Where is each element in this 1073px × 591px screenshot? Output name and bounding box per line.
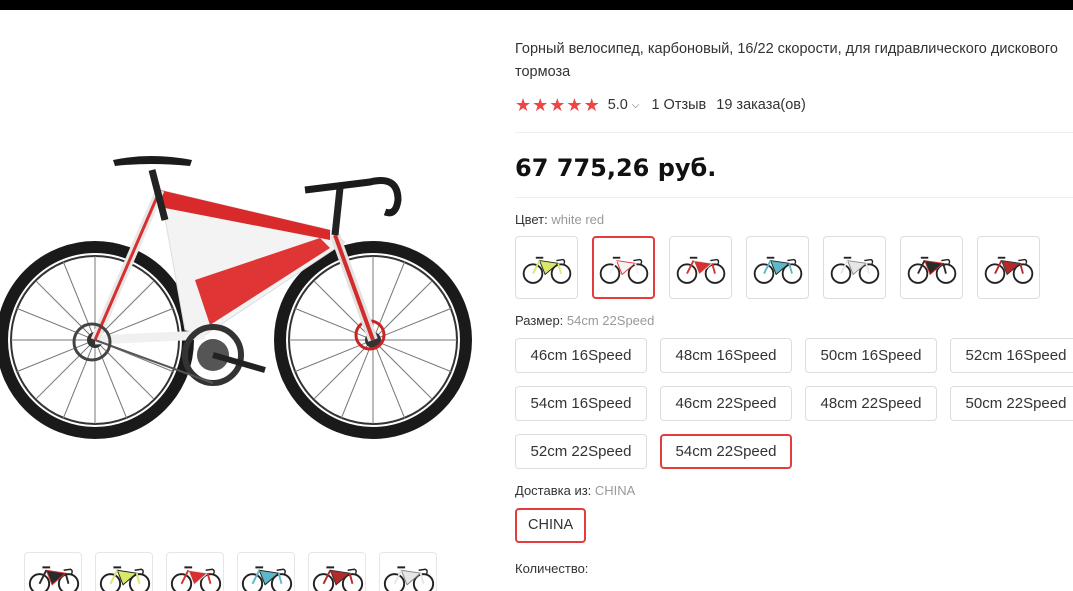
size-option[interactable]: 46cm 22Speed	[660, 386, 792, 421]
shipping-options: CHINA	[515, 508, 1073, 543]
reviews-link[interactable]: 1 Отзыв	[651, 97, 706, 113]
star-icon: ★	[566, 95, 583, 115]
product-title: Горный велосипед, карбоновый, 16/22 скор…	[515, 41, 1058, 80]
size-option[interactable]: 54cm 22Speed	[660, 434, 792, 469]
thumbnail-5[interactable]	[308, 552, 366, 591]
size-option[interactable]: 50cm 16Speed	[805, 338, 937, 373]
shipping-label: Доставка из: CHINA	[515, 483, 1073, 499]
thumbnail-2[interactable]	[95, 552, 153, 591]
star-icon: ★	[549, 95, 566, 115]
color-option-4[interactable]	[746, 236, 809, 299]
size-option[interactable]: 52cm 22Speed	[515, 434, 647, 469]
divider	[515, 132, 1073, 133]
orders-count: 19 заказа(ов)	[716, 97, 806, 113]
bike-frame	[72, 156, 402, 386]
top-bar	[0, 0, 1073, 10]
color-label-text: Цвет:	[515, 212, 552, 227]
star-icon: ★	[532, 95, 549, 115]
star-icon: ★	[583, 95, 600, 115]
divider	[515, 197, 1073, 198]
ship-from-option[interactable]: CHINA	[515, 508, 587, 543]
shipping-label-text: Доставка из:	[515, 483, 595, 498]
size-options: 46cm 16Speed 48cm 16Speed 50cm 16Speed 52cm…	[515, 338, 1073, 469]
price: 67 775,26 руб.	[515, 154, 717, 182]
size-option[interactable]: 48cm 16Speed	[660, 338, 792, 373]
quantity-label: Количество:	[515, 561, 589, 576]
thumbnail-1[interactable]	[24, 552, 82, 591]
thumbnail-strip	[24, 552, 437, 591]
rating-stars: ★ ★ ★ ★ ★	[515, 96, 600, 114]
rating-value[interactable]: 5.0	[608, 97, 628, 113]
chevron-down-icon[interactable]: ⌵	[632, 100, 640, 111]
main-product-image[interactable]	[0, 130, 490, 450]
rating-row: ★ ★ ★ ★ ★ 5.0 ⌵ 1 Отзыв 19 заказа(ов)	[515, 94, 1073, 116]
star-icon: ★	[515, 95, 532, 115]
color-option-3[interactable]	[669, 236, 732, 299]
size-option[interactable]: 52cm 16Speed	[950, 338, 1073, 373]
size-option[interactable]: 54cm 16Speed	[515, 386, 647, 421]
color-option-1[interactable]	[515, 236, 578, 299]
color-option-7[interactable]	[977, 236, 1040, 299]
thumbnail-3[interactable]	[166, 552, 224, 591]
product-info-panel: Горный велосипед, карбоновый, 16/22 скор…	[515, 38, 1073, 576]
color-option-5[interactable]	[823, 236, 886, 299]
size-selected-value: 54cm 22Speed	[566, 313, 655, 328]
color-selected-value: white red	[551, 212, 605, 227]
size-label-text: Размер:	[515, 313, 567, 328]
color-option-2[interactable]	[592, 236, 655, 299]
size-option[interactable]: 48cm 22Speed	[805, 386, 937, 421]
size-option[interactable]: 50cm 22Speed	[950, 386, 1073, 421]
shipping-selected-value: CHINA	[594, 483, 636, 498]
size-option[interactable]: 46cm 16Speed	[515, 338, 647, 373]
color-option-6[interactable]	[900, 236, 963, 299]
size-label: Размер: 54cm 22Speed	[515, 313, 1073, 329]
color-label: Цвет: white red	[515, 212, 1073, 228]
color-options	[515, 236, 1073, 299]
thumbnail-6[interactable]	[379, 552, 437, 591]
thumbnail-4[interactable]	[237, 552, 295, 591]
